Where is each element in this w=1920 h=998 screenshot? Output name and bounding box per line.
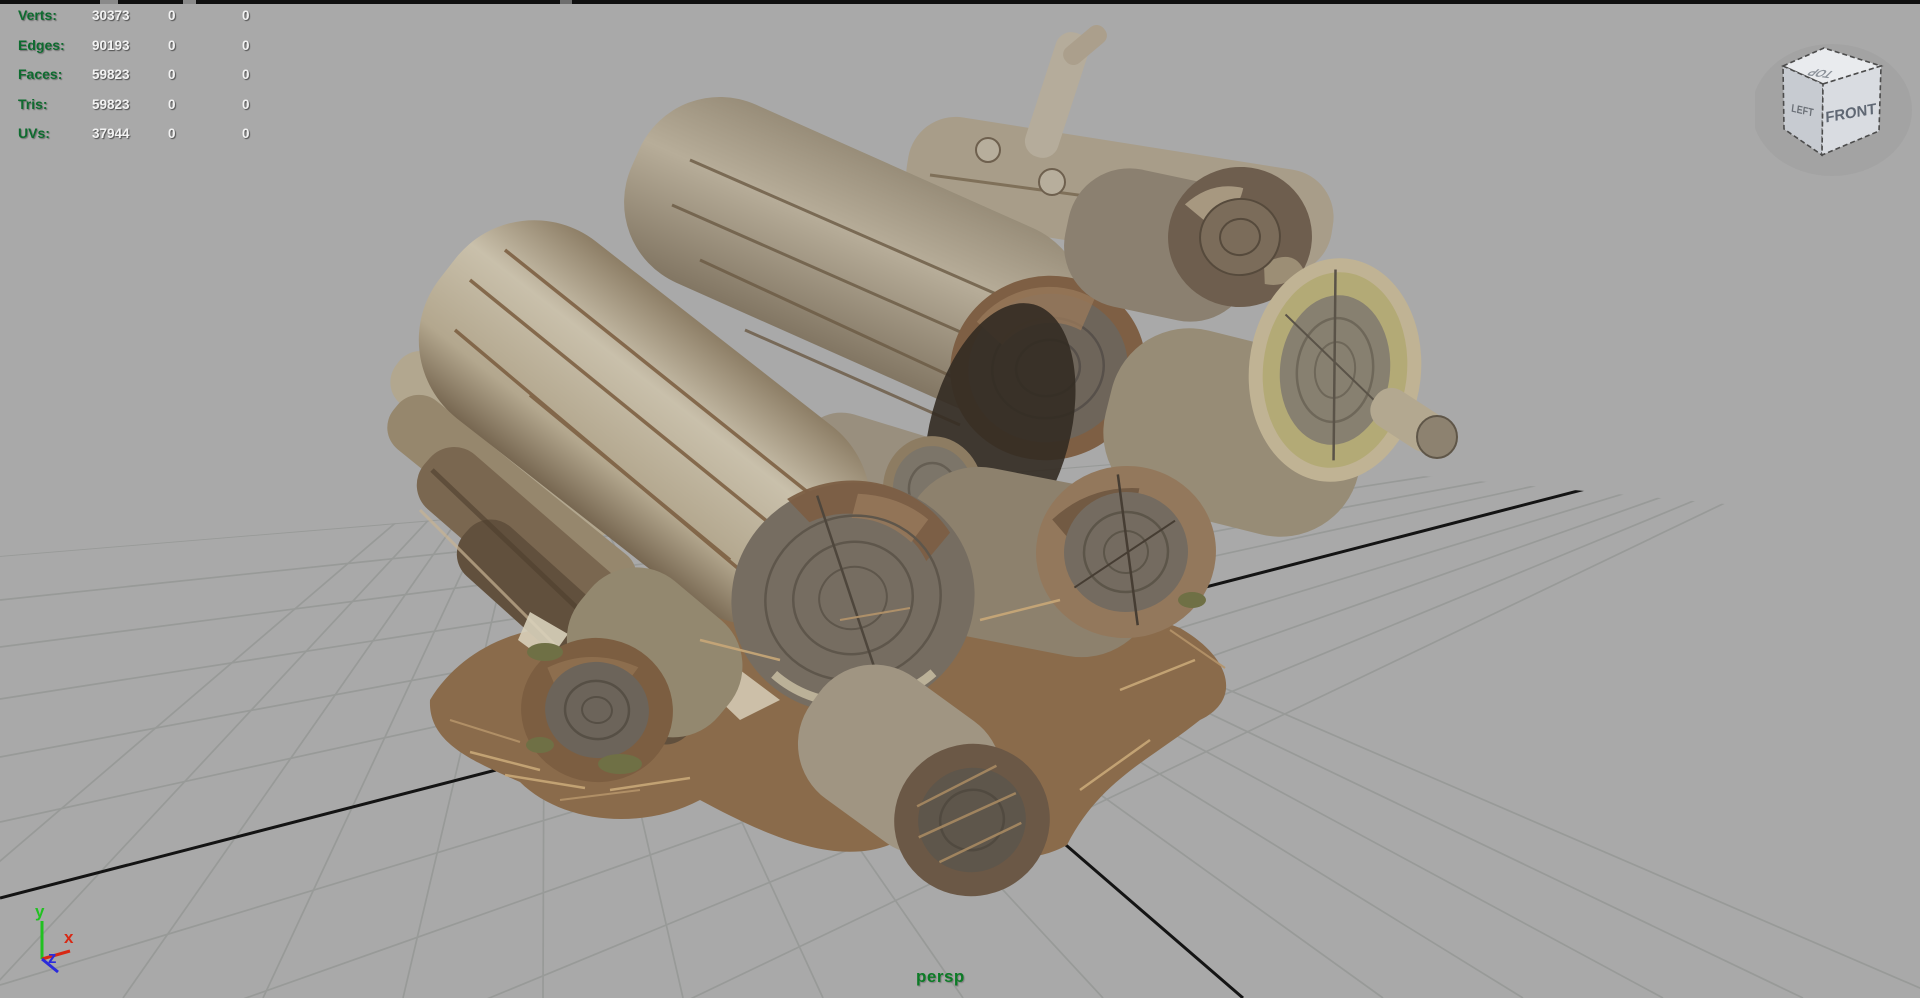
model-log-pile[interactable] bbox=[376, 21, 1458, 916]
hud-label: Edges: bbox=[18, 36, 65, 53]
hud-value: 0 bbox=[242, 8, 250, 23]
hud-value: 37944 bbox=[92, 126, 130, 141]
hud-value: 0 bbox=[242, 96, 250, 112]
hud-value: 0 bbox=[242, 126, 250, 141]
hud-value: 0 bbox=[168, 126, 176, 141]
scene-canvas bbox=[0, 21, 1920, 998]
axis-gizmo: y x z bbox=[35, 902, 74, 974]
hud-row-edges: Edges: 90193 0 0 bbox=[18, 37, 250, 67]
top-edge-bar bbox=[0, 0, 1920, 4]
view-cube[interactable]: TOP LEFT FRONT bbox=[1755, 30, 1920, 180]
hud-value: 90193 bbox=[92, 37, 130, 53]
viewport-3d[interactable]: Verts: 30373 0 0 Edges: 90193 0 0 Faces: 59823 0… bbox=[0, 0, 1920, 998]
axis-y-label: y bbox=[35, 902, 45, 921]
poly-count-hud: Verts: 30373 0 0 Edges: 90193 0 0 Faces: 59823 0… bbox=[18, 7, 250, 155]
hud-label: Tris: bbox=[18, 95, 48, 112]
hud-row-uvs: UVs: 37944 0 0 bbox=[18, 125, 250, 155]
hud-row-tris: Tris: 59823 0 0 bbox=[18, 96, 250, 126]
hud-label: Verts: bbox=[18, 7, 57, 23]
hud-value: 59823 bbox=[92, 96, 130, 112]
hud-row-faces: Faces: 59823 0 0 bbox=[18, 66, 250, 96]
hud-label: UVs: bbox=[18, 125, 50, 141]
camera-label: persp bbox=[916, 967, 965, 986]
hud-label: Faces: bbox=[18, 66, 63, 82]
axis-z-label: z bbox=[48, 948, 57, 967]
hud-value: 0 bbox=[242, 37, 250, 53]
hud-value: 0 bbox=[168, 37, 176, 53]
hud-value: 0 bbox=[168, 67, 176, 82]
hud-row-verts: Verts: 30373 0 0 bbox=[18, 7, 250, 37]
hud-value: 0 bbox=[168, 96, 176, 112]
hud-value: 0 bbox=[242, 67, 250, 82]
hud-value: 59823 bbox=[92, 67, 130, 82]
axis-x-label: x bbox=[64, 928, 74, 947]
hud-value: 30373 bbox=[92, 8, 130, 23]
hud-value: 0 bbox=[168, 8, 176, 23]
